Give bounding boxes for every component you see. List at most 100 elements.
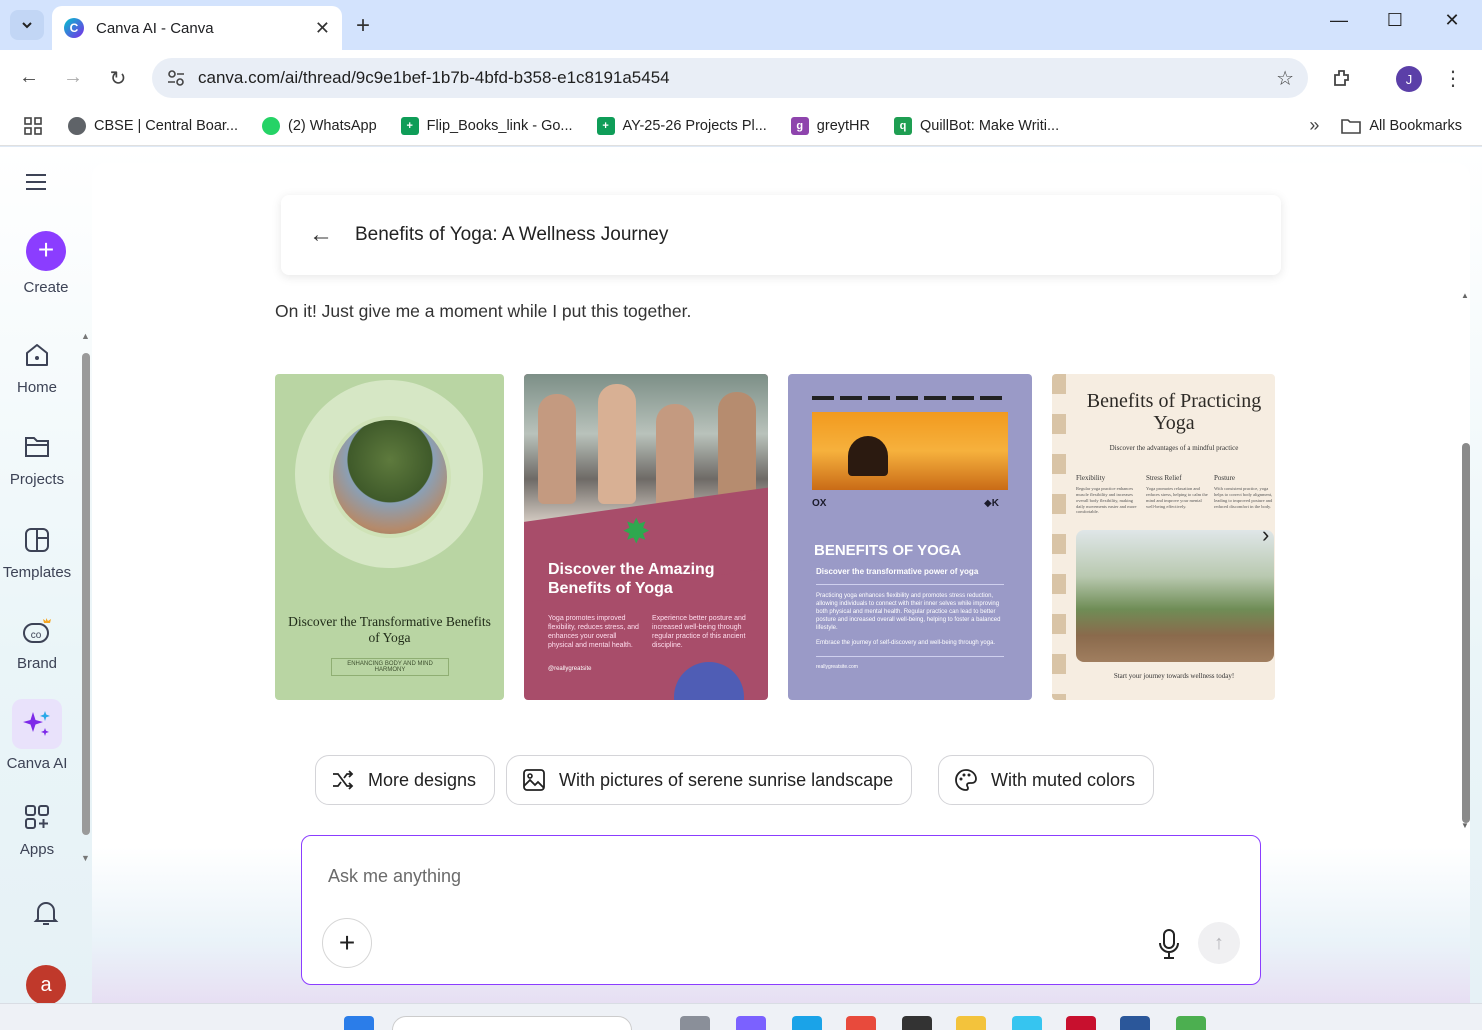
scroll-up-icon[interactable]: ▲ [1461, 291, 1469, 300]
microphone-icon[interactable] [1156, 928, 1182, 960]
forward-icon[interactable]: → [61, 66, 85, 89]
landscape-yoga-photo [1076, 530, 1274, 662]
more-bookmarks-icon[interactable]: » [1309, 115, 1319, 136]
design-subtitle: Discover the transformative power of yog… [816, 567, 979, 576]
person-figure [718, 392, 756, 502]
carousel-next-icon[interactable]: › [1262, 522, 1269, 548]
back-arrow-icon[interactable]: ← [309, 221, 333, 249]
column-head: Flexibility [1076, 474, 1106, 482]
design-body: Yoga promotes improved flexibility, redu… [548, 615, 639, 650]
design-card[interactable]: ✸ Discover the Amazing Benefits of Yoga … [524, 374, 768, 700]
word-icon[interactable] [1120, 1016, 1150, 1030]
taskbar-search-box[interactable] [392, 1016, 632, 1030]
sidebar-item-templates[interactable]: Templates [0, 524, 74, 581]
sidebar-item-label: Templates [2, 564, 72, 581]
send-button[interactable]: ↑ [1198, 922, 1240, 964]
bookmark-item[interactable]: CBSE | Central Boar... [68, 116, 238, 135]
terminal-icon[interactable] [902, 1016, 932, 1030]
user-avatar[interactable]: a [26, 965, 66, 1005]
bookmark-item[interactable]: + Flip_Books_link - Go... [400, 116, 573, 135]
main-scrollbar[interactable]: ▲ ▼ [1460, 291, 1472, 833]
design-card[interactable]: Benefits of Practicing Yoga Discover the… [1052, 374, 1275, 700]
bookmark-item[interactable]: g greytHR [790, 116, 870, 135]
slack-icon[interactable] [1012, 1016, 1042, 1030]
close-window-icon[interactable]: ✕ [1437, 10, 1467, 31]
scroll-down-icon[interactable]: ▼ [1461, 821, 1469, 830]
back-icon[interactable]: ← [17, 66, 41, 89]
flower-decoration [674, 662, 744, 700]
canva-app: + Create Home Projects Templates co Bran… [0, 147, 1482, 1005]
address-bar[interactable]: canva.com/ai/thread/9c9e1bef-1b7b-4bfd-b… [152, 58, 1308, 98]
sidebar-item-create[interactable]: + Create [9, 231, 83, 296]
sidebar-item-apps[interactable]: Apps [0, 801, 74, 858]
windows-start-icon[interactable] [344, 1016, 374, 1030]
suggestion-muted-colors[interactable]: With muted colors [938, 755, 1155, 805]
column-body: Regular yoga practice enhances muscle fl… [1076, 486, 1137, 515]
site-settings-icon[interactable] [166, 68, 186, 88]
chrome-icon[interactable] [846, 1016, 876, 1030]
prompt-input-box[interactable]: Ask me anything + ↑ [301, 835, 1261, 985]
sidebar-item-home[interactable]: Home [0, 339, 74, 396]
bookmark-item[interactable]: q QuillBot: Make Writi... [893, 116, 1059, 135]
sidebar-item-canva-ai[interactable]: Canva AI [0, 699, 74, 772]
pdf-icon[interactable] [1066, 1016, 1096, 1030]
design-emphasis: Embrace the journey of self-discovery an… [816, 640, 996, 646]
design-column: Flexibility Regular yoga practice enhanc… [1076, 474, 1140, 515]
all-bookmarks[interactable]: All Bookmarks [1341, 118, 1462, 134]
sparkle-icon [23, 711, 50, 736]
bookmark-label: CBSE | Central Boar... [94, 117, 238, 134]
scroll-up-icon[interactable]: ▲ [81, 331, 90, 341]
reload-icon[interactable]: ↻ [106, 66, 130, 91]
design-card[interactable]: OX ◆K BENEFITS OF YOGA Discover the tran… [788, 374, 1032, 700]
minimize-icon[interactable]: — [1324, 10, 1354, 31]
tab-close-icon[interactable]: ✕ [315, 18, 330, 39]
column-body: With consistent practice, yoga helps to … [1214, 486, 1273, 509]
browser-tab[interactable]: C Canva AI - Canva ✕ [52, 6, 342, 50]
bookmark-star-icon[interactable]: ☆ [1276, 66, 1294, 91]
bookmark-item[interactable]: + AY-25-26 Projects Pl... [596, 116, 767, 135]
scroll-down-icon[interactable]: ▼ [81, 853, 90, 863]
scrollbar-thumb[interactable] [1462, 443, 1470, 823]
url-text[interactable]: canva.com/ai/thread/9c9e1bef-1b7b-4bfd-b… [198, 68, 1276, 88]
apps-icon [25, 805, 49, 829]
svg-text:co: co [31, 630, 42, 641]
apps-grid-icon[interactable] [24, 116, 42, 135]
design-column: Stress Relief Yoga promotes relaxation a… [1146, 474, 1210, 509]
tab-search-button[interactable] [10, 10, 44, 40]
maximize-icon[interactable]: ☐ [1380, 10, 1410, 31]
plus-icon: + [26, 231, 66, 271]
sidebar-item-brand[interactable]: co Brand [0, 615, 74, 672]
chip-label: With muted colors [991, 769, 1136, 790]
assistant-message: On it! Just give me a moment while I put… [275, 301, 692, 321]
copilot-icon[interactable] [736, 1016, 766, 1030]
sidebar-item-label: Projects [9, 471, 65, 488]
file-explorer-icon[interactable] [956, 1016, 986, 1030]
folder-icon [1341, 118, 1362, 134]
design-carousel: Discover the Transformative Benefits of … [275, 374, 1275, 700]
shuffle-icon [333, 770, 354, 790]
more-menu-icon[interactable]: ⋮ [1441, 66, 1465, 91]
sidebar-item-label: Apps [19, 841, 55, 858]
design-title: BENEFITS OF YOGA [814, 542, 962, 559]
scrollbar-thumb[interactable] [82, 353, 90, 835]
maps-icon[interactable] [1176, 1016, 1206, 1030]
new-tab-button[interactable]: + [356, 12, 370, 40]
bookmark-item[interactable]: (2) WhatsApp [262, 116, 377, 135]
logo-right: ◆K [984, 498, 999, 509]
extensions-icon[interactable] [1330, 66, 1354, 90]
bookmark-label: (2) WhatsApp [288, 117, 377, 134]
person-figure [598, 384, 636, 504]
edge-icon[interactable] [792, 1016, 822, 1030]
suggestion-more-designs[interactable]: More designs [315, 755, 496, 805]
notifications-button[interactable] [9, 899, 83, 927]
sidebar-item-projects[interactable]: Projects [0, 431, 74, 488]
add-attachment-button[interactable]: + [322, 918, 372, 968]
design-card[interactable]: Discover the Transformative Benefits of … [275, 374, 504, 700]
tab-title: Canva AI - Canva [96, 19, 214, 37]
task-view-icon[interactable] [680, 1016, 710, 1030]
prompt-input[interactable]: Ask me anything [328, 866, 461, 887]
suggestion-sunrise-landscape[interactable]: With pictures of serene sunrise landscap… [506, 755, 913, 805]
sidebar-scrollbar[interactable]: ▲ ▼ [80, 331, 92, 865]
profile-avatar[interactable]: J [1396, 66, 1422, 92]
sidebar-menu[interactable] [10, 173, 62, 191]
